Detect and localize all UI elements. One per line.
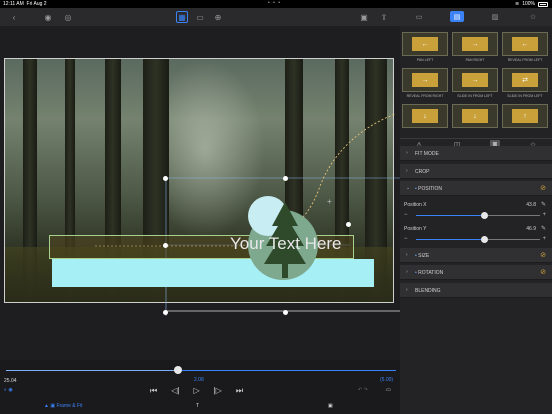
section-crop[interactable]: › CROP [400,164,552,179]
status-right: ≋ 100% [515,1,548,7]
transition-down-2[interactable]: ↓ [452,104,498,138]
transition-grid: ← PAN LEFT → PAN RIGHT ← REVEAL FROM LEFT →… [402,32,550,136]
image-icon[interactable]: ▭ [194,11,206,23]
position-y-fill [416,239,485,240]
skip-end-icon[interactable]: ⏭ [236,386,243,396]
playhead[interactable] [174,366,182,374]
minus-icon[interactable]: − [404,236,408,242]
frame-fit-button[interactable]: ▲ ▣ Frame & Fit [44,403,83,409]
playhead-time: 2.08 [194,377,204,383]
timeline-progress [6,370,178,371]
resize-handle[interactable] [163,310,168,315]
wifi-icon: ≋ [515,1,520,7]
eye-layers-icon[interactable]: ◉ [42,11,54,23]
editor-toolbar: ‹ ◉ ◎ ▦ ▭ ⊕ ▣ ⇪ [0,8,400,26]
transition-down[interactable]: ↓ [402,104,448,138]
guide-overlay: + [95,113,400,316]
comment-icon[interactable]: ▭ [386,387,391,393]
undo-redo-icon[interactable]: ↶ ↷ [358,387,368,393]
transition-up[interactable]: ↑ [502,104,548,138]
section-rotation[interactable]: › • ROTATION ⊘ [400,265,552,280]
text-icon[interactable]: T [196,403,199,409]
chevron-down-icon: ⌄ [406,185,411,191]
step-back-icon[interactable]: ◁| [171,386,179,396]
plus-icon[interactable]: + [542,212,546,218]
step-forward-icon[interactable]: |▷ [214,386,222,396]
image-icon[interactable]: ▨ [488,11,502,22]
transition-pan-right[interactable]: → PAN RIGHT [452,32,498,66]
timeline: 25.04 2.08 (5.00) ◐ ◉ ⏮ ◁| ▷ |▷ ⏭ ↶ ↷ ▭ … [0,360,400,414]
transport-controls: ⏮ ◁| ▷ |▷ ⏭ [150,386,243,396]
screen-icon[interactable]: ▣ [328,403,333,409]
svg-text:+: + [327,197,332,206]
transition-slide-left-2[interactable]: ⇄ SLIDE IN FROM LEFT [502,68,548,102]
section-blending[interactable]: › BLENDING [400,283,552,298]
star-icon[interactable]: ☆ [526,11,540,22]
current-time: 25.04 [4,378,17,384]
transition-reveal-right[interactable]: → REVEAL FROM RIGHT [402,68,448,102]
position-x-slider[interactable] [480,212,488,219]
video-icon[interactable]: ▭ [412,11,426,22]
battery-percent: 100% [522,1,535,7]
title-icon[interactable]: ▤ [450,11,464,22]
export-icon[interactable]: ⇪ [378,11,390,23]
chevron-right-icon: › [406,269,408,275]
edit-icon[interactable]: ✎ [541,201,546,208]
back-icon[interactable]: ‹ [8,11,20,23]
chevron-right-icon: › [406,150,408,156]
title-text[interactable]: Your Text Here [230,234,342,254]
keyframe-icon[interactable]: ⊘ [540,268,546,276]
section-position[interactable]: ⌄ • POSITION ⊘ [400,181,552,196]
inspector-panel: ▭ ▤ ▨ ☆ ← PAN LEFT → PAN RIGHT ← REVEAL FRO… [400,8,552,414]
play-icon[interactable]: ▷ [193,386,199,396]
transition-pan-left[interactable]: ← PAN LEFT [402,32,448,66]
frame-icon[interactable]: ▦ [176,11,188,23]
resize-handle[interactable] [283,176,288,181]
keyframe-icon[interactable]: ⊘ [540,251,546,259]
edit-icon[interactable]: ✎ [541,225,546,232]
position-x-fill [416,215,485,216]
status-bar: 12:11 AM Fri Aug 2 • • • ≋ 100% [0,0,552,8]
camera-icon[interactable]: ▣ [358,11,370,23]
resize-handle[interactable] [346,222,351,227]
status-time: 12:11 AM Fri Aug 2 [3,1,47,7]
title-background-bar[interactable] [52,259,374,287]
section-size[interactable]: › • SIZE ⊘ [400,248,552,263]
panel-tabs: ▭ ▤ ▨ ☆ [400,8,552,26]
chevron-right-icon: › [406,252,408,258]
chevron-right-icon: › [406,287,408,293]
resize-handle[interactable] [163,176,168,181]
eye-icon[interactable]: ◎ [62,11,74,23]
battery-icon [538,1,548,7]
keyframe-icon[interactable]: ⊘ [540,184,546,192]
multitask-dots[interactable]: • • • [268,0,281,6]
skip-start-icon[interactable]: ⏮ [150,386,157,396]
resize-handle[interactable] [283,310,288,315]
duration: (5.00) [380,377,394,383]
zoom-icon[interactable]: ⊕ [212,11,224,23]
chevron-right-icon: › [406,168,408,174]
plus-icon[interactable]: + [542,236,546,242]
toggle-icon[interactable]: ◐ ◉ [4,387,13,393]
minus-icon[interactable]: − [404,212,408,218]
transition-slide-left[interactable]: → SLIDE IN FROM LEFT [452,68,498,102]
resize-handle[interactable] [163,243,168,248]
transition-reveal-left[interactable]: ← REVEAL FROM LEFT [502,32,548,66]
section-fit-mode[interactable]: › FIT MODE [400,146,552,161]
position-y-slider[interactable] [480,236,488,243]
